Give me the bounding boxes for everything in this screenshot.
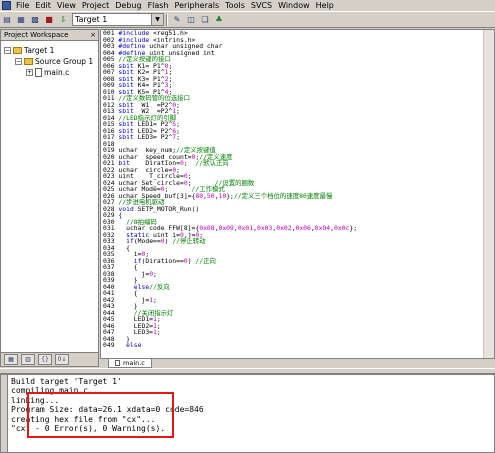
tree-item-source-group[interactable]: − Source Group 1 — [1, 56, 98, 67]
code-token: //停止转动 — [172, 237, 206, 245]
menu-file[interactable]: File — [13, 0, 32, 11]
code-token: 80 — [195, 191, 204, 200]
menu-view[interactable]: View — [54, 0, 79, 11]
tab-label: main.c — [123, 359, 145, 367]
code-lines: 001 #include <reg51.h> 002 #include <intr… — [103, 30, 357, 349]
folder-icon — [13, 47, 22, 54]
build-output-text: Build target 'Target 1' compiling main.c.… — [11, 377, 204, 433]
functions-tab-icon[interactable]: {} — [38, 354, 52, 365]
code-token: ; — [156, 328, 161, 336]
workspace-title: Project Workspace — [4, 31, 69, 39]
target-select[interactable]: Target 1 ▼ — [72, 13, 164, 26]
code-token: //正向 — [195, 256, 216, 265]
code-token: ; — [153, 295, 157, 304]
editor-tabs: main.c — [100, 359, 495, 368]
tree-icon[interactable]: ♣ — [213, 14, 225, 26]
code-token: LED3= P2^ — [137, 133, 173, 141]
tree-item-label: Target 1 — [24, 46, 55, 55]
code-token: SETP_MOTOR_Run() — [137, 204, 200, 213]
code-editor[interactable]: 001 #include <reg51.h> 002 #include <intr… — [100, 29, 495, 359]
output-line: compiling main.c... — [11, 386, 103, 396]
tree-item-main-c[interactable]: + main.c — [1, 67, 98, 78]
templates-tab-icon[interactable]: 0↓ — [55, 354, 69, 365]
app-icon — [2, 1, 11, 10]
tree-item-target[interactable]: − Target 1 — [1, 45, 98, 56]
rebuild-icon[interactable]: ▩ — [29, 14, 41, 26]
close-icon[interactable]: × — [90, 30, 98, 40]
books-tab-icon[interactable]: ▥ — [21, 354, 35, 365]
tab-main-c[interactable]: main.c — [108, 359, 152, 368]
copy-icon[interactable]: ❏ — [199, 14, 211, 26]
toolbar-separator — [166, 13, 168, 26]
code-token: //反向 — [149, 282, 170, 291]
stop-build-icon[interactable]: ■ — [43, 14, 55, 26]
code-token: 0x01 — [237, 224, 254, 232]
code-token: //定义三个档位的速度80速度最慢 — [233, 191, 333, 200]
menu-edit[interactable]: Edit — [32, 0, 54, 11]
expand-icon[interactable]: + — [26, 69, 33, 76]
output-line: linking... — [11, 395, 60, 405]
menu-bar: File Edit View Project Debug Flash Perip… — [0, 0, 495, 11]
menu-svcs[interactable]: SVCS — [248, 0, 275, 11]
build-output-window: Build target 'Target 1' compiling main.c.… — [0, 374, 495, 453]
download-icon[interactable]: ⇩ — [57, 14, 69, 26]
code-token: }; — [349, 224, 358, 232]
code-token: ; — [153, 269, 157, 278]
code-token: ; — [176, 133, 181, 141]
menu-debug[interactable]: Debug — [112, 0, 144, 11]
menu-flash[interactable]: Flash — [145, 0, 172, 11]
project-workspace: Project Workspace × − Target 1 − Source … — [0, 29, 99, 367]
code-token: else — [126, 341, 142, 349]
code-line: 049 else — [103, 342, 357, 349]
options-icon[interactable]: ✎ — [171, 14, 183, 26]
chevron-down-icon[interactable]: ▼ — [151, 14, 163, 25]
build-icon[interactable]: ▦ — [15, 14, 27, 26]
code-token: 0x09 — [218, 224, 234, 232]
workspace-tabs: ▦ ▥ {} 0↓ — [1, 352, 98, 366]
output-line: creating hex file from "cx"... — [11, 414, 156, 424]
code-token: }; — [226, 191, 234, 200]
menu-help[interactable]: Help — [313, 0, 337, 11]
code-token: //默认正向 — [195, 159, 229, 167]
output-window-grip[interactable] — [1, 375, 8, 452]
output-line: Program Size: data=26.1 xdata=0 code=846 — [11, 405, 204, 415]
code-token: sbit — [118, 133, 138, 141]
file-icon — [115, 360, 120, 366]
files-tab-icon[interactable]: ▦ — [4, 354, 18, 365]
code-token: (Mode== — [133, 237, 161, 245]
line-number: 049 — [103, 341, 115, 349]
output-line: Build target 'Target 1' — [11, 377, 122, 386]
target-select-value: Target 1 — [75, 15, 108, 24]
file-icon — [35, 68, 42, 77]
code-token: ; — [183, 159, 196, 167]
folder-icon — [24, 58, 33, 65]
code-token: 50 — [206, 191, 215, 200]
code-token: 0x03 — [256, 224, 273, 232]
translate-icon[interactable]: ▤ — [1, 14, 13, 26]
build-toolbar: ▤ ▦ ▩ ■ ⇩ Target 1 ▼ ✎ ◫ ❏ ♣ — [0, 11, 495, 28]
tree-item-label: Source Group 1 — [35, 57, 94, 66]
code-token: 0x06 — [295, 224, 311, 232]
collapse-icon[interactable]: − — [15, 58, 22, 65]
code-token: (Diration== — [141, 256, 184, 265]
code-token: 0x04 — [314, 224, 331, 232]
menu-window[interactable]: Window — [275, 0, 313, 11]
code-token: 0x0c — [333, 224, 350, 232]
editor-scrollbar[interactable] — [483, 30, 494, 358]
code-token: ; — [176, 107, 181, 115]
output-line: "cx" - 0 Error(s), 0 Warning(s). — [11, 424, 166, 434]
workspace-title-bar: Project Workspace × — [1, 30, 98, 41]
project-tree: − Target 1 − Source Group 1 + main.c — [1, 41, 98, 78]
collapse-icon[interactable]: − — [4, 47, 11, 54]
manage-icon[interactable]: ◫ — [185, 14, 197, 26]
menu-peripherals[interactable]: Peripherals — [172, 0, 223, 11]
code-token: 0x02 — [276, 224, 292, 232]
tree-item-label: main.c — [44, 68, 70, 77]
menu-project[interactable]: Project — [79, 0, 112, 11]
menu-tools[interactable]: Tools — [222, 0, 248, 11]
